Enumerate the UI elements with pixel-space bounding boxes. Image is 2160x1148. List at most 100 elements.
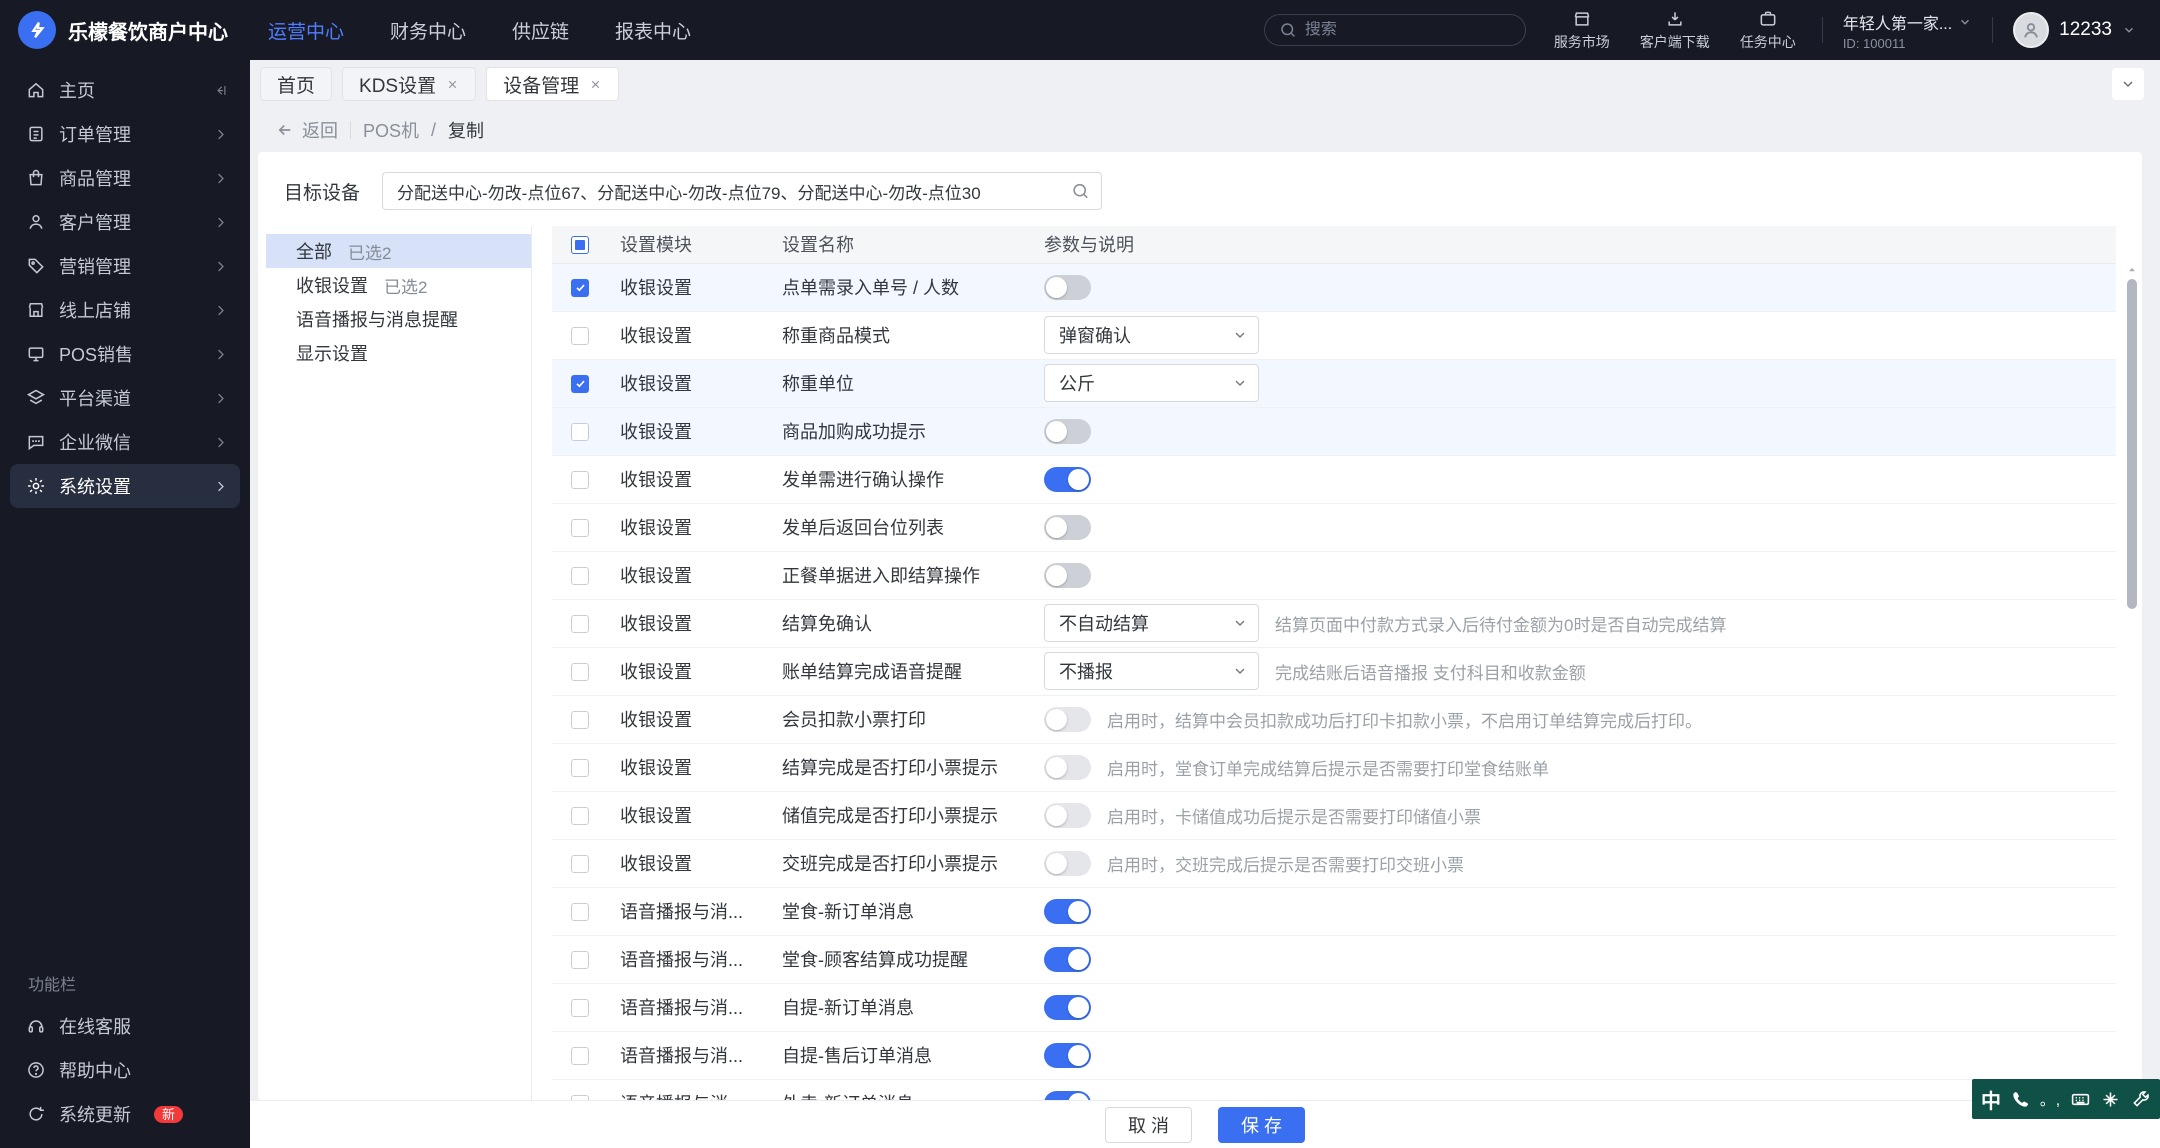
ime-expand-icon[interactable] <box>2100 1089 2121 1110</box>
toggle-switch[interactable] <box>1044 850 1091 876</box>
cell-checkbox <box>552 839 608 888</box>
row-checkbox[interactable] <box>571 518 589 537</box>
row-checkbox[interactable] <box>571 614 589 633</box>
toggle-switch[interactable] <box>1044 754 1091 780</box>
category-item[interactable]: 全部 已选2 <box>266 234 531 268</box>
row-checkbox[interactable] <box>571 662 589 681</box>
sidebar-footer-item[interactable]: 系统更新 新 <box>10 1092 240 1136</box>
sidebar-item[interactable]: 系统设置 <box>10 464 240 508</box>
select-all-checkbox[interactable] <box>571 236 589 254</box>
tab[interactable]: 首页 <box>260 67 333 101</box>
row-checkbox[interactable] <box>571 326 589 345</box>
cell-module: 收银设置 <box>608 407 768 456</box>
user-menu[interactable]: 12233 <box>2013 12 2136 48</box>
sidebar-item[interactable]: 线上店铺 <box>10 288 240 332</box>
toggle-switch[interactable] <box>1044 946 1091 972</box>
toggle-switch[interactable] <box>1044 418 1091 444</box>
cancel-button[interactable]: 取 消 <box>1104 1106 1192 1143</box>
search-input[interactable] <box>1304 21 1511 39</box>
breadcrumb-separator: / <box>431 119 437 140</box>
sidebar-footer-item[interactable]: 在线客服 <box>10 1004 240 1048</box>
select-dropdown[interactable]: 公斤 <box>1044 364 1259 402</box>
sidebar-item[interactable]: 主页 <box>10 68 240 112</box>
cell-setting-name: 账单结算完成语音提醒 <box>768 647 1030 696</box>
tabs-more-button[interactable] <box>2112 68 2144 100</box>
toggle-switch[interactable] <box>1044 994 1091 1020</box>
row-checkbox[interactable] <box>571 758 589 777</box>
table-row: 收银设置 称重单位 公斤 <box>552 359 2116 408</box>
ime-voice-icon[interactable] <box>2010 1089 2031 1110</box>
category-item[interactable]: 显示设置 <box>266 336 531 370</box>
platform-icon <box>26 388 46 408</box>
account-switcher[interactable]: 年轻人第一家... ID: 100011 <box>1843 10 1972 51</box>
select-dropdown[interactable]: 不播报 <box>1044 652 1259 690</box>
select-dropdown[interactable]: 不自动结算 <box>1044 604 1259 642</box>
toggle-switch[interactable] <box>1044 274 1091 300</box>
row-checkbox[interactable] <box>571 470 589 489</box>
sidebar-item[interactable]: 客户管理 <box>10 200 240 244</box>
topnav-item[interactable]: 供应链 <box>512 17 569 44</box>
toggle-knob <box>1068 1044 1089 1066</box>
scrollbar[interactable] <box>2126 263 2138 1100</box>
breadcrumb-section[interactable]: POS机 <box>363 117 419 143</box>
topbar-search[interactable] <box>1263 14 1526 46</box>
back-button[interactable]: 返回 <box>276 117 338 143</box>
row-checkbox[interactable] <box>571 902 589 921</box>
sidebar-item[interactable]: POS销售 <box>10 332 240 376</box>
row-checkbox[interactable] <box>571 374 589 393</box>
row-checkbox[interactable] <box>571 998 589 1017</box>
sidebar-item[interactable]: 订单管理 <box>10 112 240 156</box>
row-checkbox[interactable] <box>571 806 589 825</box>
category-item[interactable]: 语音播报与消息提醒 <box>266 302 531 336</box>
toggle-switch[interactable] <box>1044 1090 1091 1100</box>
scrollbar-thumb[interactable] <box>2127 279 2137 609</box>
quicklink-item[interactable]: 任务中心 <box>1740 9 1796 52</box>
row-checkbox[interactable] <box>571 710 589 729</box>
sidebar-footer-item[interactable]: 帮助中心 <box>10 1048 240 1092</box>
category-label: 显示设置 <box>296 344 368 364</box>
ime-keyboard-icon[interactable] <box>2070 1089 2091 1110</box>
close-icon[interactable] <box>589 78 602 91</box>
toggle-switch[interactable] <box>1044 514 1091 540</box>
row-checkbox[interactable] <box>571 566 589 585</box>
select-dropdown[interactable]: 弹窗确认 <box>1044 316 1259 354</box>
save-button[interactable]: 保 存 <box>1218 1106 1306 1143</box>
tab[interactable]: 设备管理 <box>486 67 620 101</box>
toggle-switch[interactable] <box>1044 1042 1091 1068</box>
topnav-item[interactable]: 财务中心 <box>390 17 466 44</box>
row-checkbox[interactable] <box>571 950 589 969</box>
topnav-item[interactable]: 运营中心 <box>268 17 344 44</box>
quicklink-item[interactable]: 服务市场 <box>1554 9 1610 52</box>
search-icon[interactable] <box>1071 182 1090 201</box>
target-device-input[interactable] <box>382 172 1103 210</box>
toggle-switch[interactable] <box>1044 898 1091 924</box>
ime-wrench-icon[interactable] <box>2130 1089 2151 1110</box>
row-checkbox[interactable] <box>571 854 589 873</box>
sidebar-footer-items: 在线客服 帮助中心 系统更新 新 <box>0 1004 250 1136</box>
cell-checkbox <box>552 503 608 552</box>
quicklink-item[interactable]: 客户端下载 <box>1640 9 1710 52</box>
toggle-knob <box>1068 1092 1089 1100</box>
quicklink-label: 客户端下载 <box>1639 33 1710 50</box>
row-checkbox[interactable] <box>571 1046 589 1065</box>
ime-language-toggle[interactable]: 中 <box>1981 1085 2001 1114</box>
topnav-item[interactable]: 报表中心 <box>615 17 691 44</box>
collapse-sidebar-icon[interactable] <box>213 83 228 98</box>
row-checkbox[interactable] <box>571 278 589 297</box>
toggle-switch[interactable] <box>1044 802 1091 828</box>
scroll-up-icon[interactable] <box>2127 265 2137 275</box>
tab[interactable]: KDS设置 <box>342 67 477 101</box>
chevron-right-icon <box>213 259 228 274</box>
close-icon[interactable] <box>446 78 459 91</box>
sidebar-item[interactable]: 企业微信 <box>10 420 240 464</box>
sidebar-item[interactable]: 平台渠道 <box>10 376 240 420</box>
sidebar-item[interactable]: 商品管理 <box>10 156 240 200</box>
row-checkbox[interactable] <box>571 422 589 441</box>
ime-punctuation-toggle[interactable]: 。, <box>2040 1089 2061 1110</box>
cell-params <box>1030 1031 2116 1080</box>
toggle-switch[interactable] <box>1044 706 1091 732</box>
category-item[interactable]: 收银设置 已选2 <box>266 268 531 302</box>
toggle-switch[interactable] <box>1044 562 1091 588</box>
sidebar-item[interactable]: 营销管理 <box>10 244 240 288</box>
toggle-switch[interactable] <box>1044 466 1091 492</box>
